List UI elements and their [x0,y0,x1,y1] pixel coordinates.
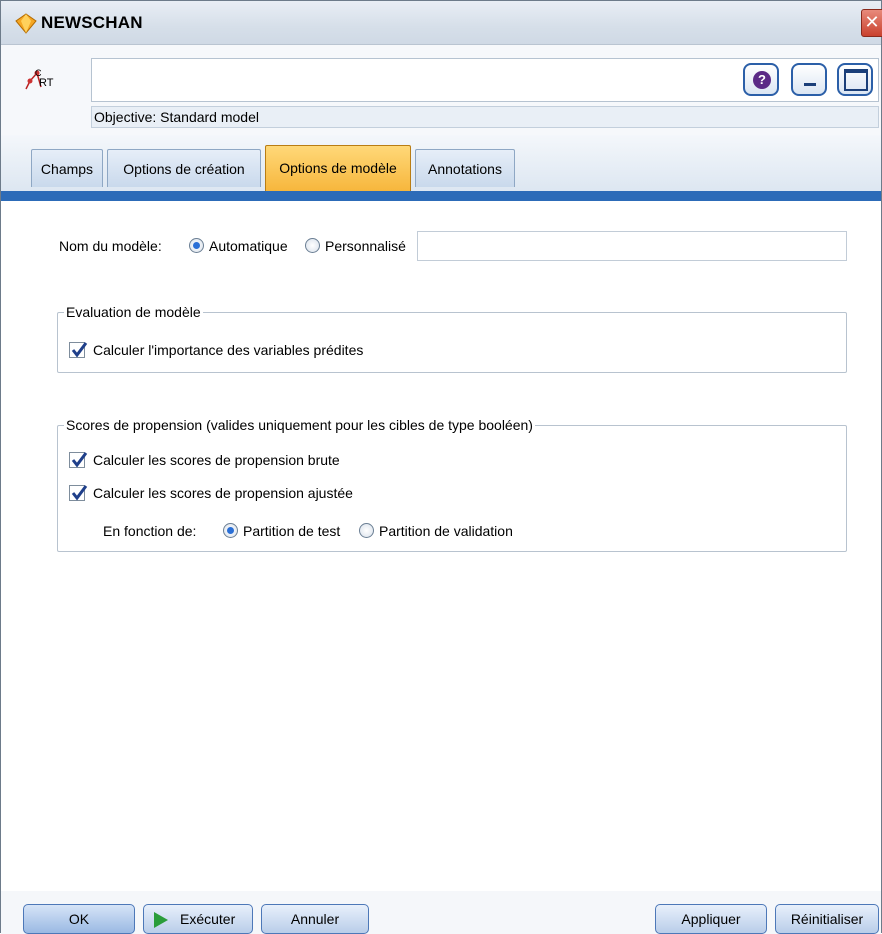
tab-options-modele[interactable]: Options de modèle [265,145,411,193]
minimize-button[interactable] [791,63,827,96]
raw-propensity-checkbox[interactable] [69,452,88,468]
radio-partition-test[interactable] [223,523,238,538]
dialog-window: NEWSCHAN ✕ C RT ? Objective: Standard mo… [0,0,882,934]
tab-options-creation[interactable]: Options de création [107,149,261,187]
radio-partition-validation[interactable] [359,523,374,538]
objective-label: Objective: Standard model [91,106,879,128]
checkmark-icon [71,342,88,358]
importance-checkbox[interactable] [69,342,88,358]
checkmark-icon [71,452,88,468]
radio-personnalise[interactable] [305,238,320,253]
help-button[interactable]: ? [743,63,779,96]
cancel-button[interactable]: Annuler [261,904,369,934]
svg-text:RT: RT [39,77,54,89]
cancel-button-label: Annuler [290,911,340,927]
radio-automatique-label[interactable]: Automatique [209,238,288,254]
window-title: NEWSCHAN [41,13,143,32]
run-button-label: Exécuter [180,911,236,927]
reset-button-label: Réinitialiser [790,911,864,927]
help-icon: ? [753,71,771,89]
propensity-group-title: Scores de propension (valides uniquement… [64,417,535,433]
based-on-label: En fonction de: [103,523,197,539]
evaluation-group-title: Evaluation de modèle [64,304,203,320]
close-button[interactable]: ✕ [861,9,882,37]
apply-button[interactable]: Appliquer [655,904,767,934]
radio-partition-test-label[interactable]: Partition de test [243,523,340,539]
radio-partition-validation-label[interactable]: Partition de validation [379,523,513,539]
ok-button-label: OK [68,911,90,927]
tab-annotations[interactable]: Annotations [415,149,515,187]
cart-node-icon: C RT [25,68,54,90]
radio-automatique[interactable] [189,238,204,253]
reset-button[interactable]: Réinitialiser [775,904,879,934]
adjusted-propensity-label[interactable]: Calculer les scores de propension ajusté… [93,485,353,501]
close-icon: ✕ [864,12,880,32]
importance-label[interactable]: Calculer l'importance des variables préd… [93,342,363,358]
raw-propensity-label[interactable]: Calculer les scores de propension brute [93,452,340,468]
model-name-input[interactable] [417,231,847,261]
maximize-icon [844,69,868,91]
tab-underline [1,191,881,201]
apply-button-label: Appliquer [681,911,741,927]
title-bar: NEWSCHAN ✕ [1,1,882,45]
node-diamond-icon [15,13,37,34]
minimize-icon [804,83,816,86]
tab-champs[interactable]: Champs [31,149,103,187]
play-icon [154,912,168,928]
ok-button[interactable]: OK [23,904,135,934]
radio-personnalise-label[interactable]: Personnalisé [325,238,406,254]
adjusted-propensity-checkbox[interactable] [69,485,88,501]
checkmark-icon [71,485,88,501]
model-name-label: Nom du modèle: [59,238,162,254]
maximize-button[interactable] [837,63,873,96]
run-button[interactable]: Exécuter [143,904,253,934]
